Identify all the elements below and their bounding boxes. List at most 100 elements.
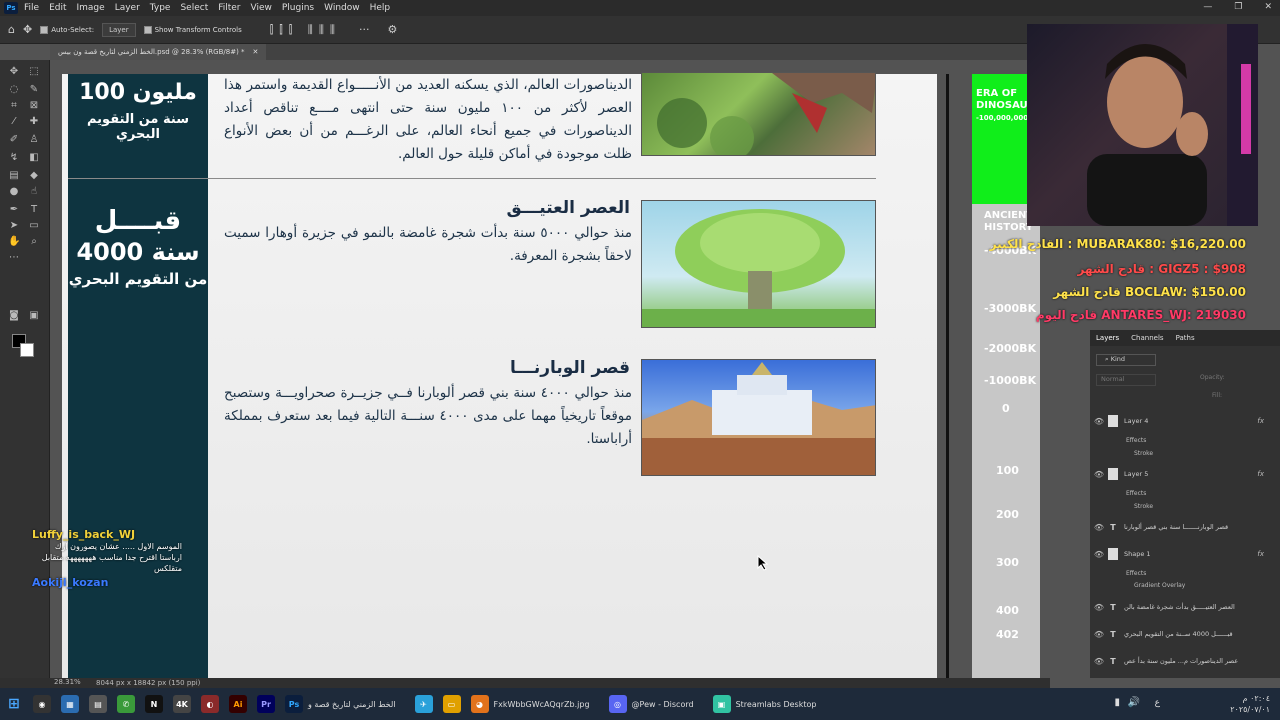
smudge-icon[interactable]: ☝ xyxy=(28,186,40,198)
effects-label: Effects xyxy=(1126,569,1147,577)
move-tool-icon[interactable]: ✥ xyxy=(23,23,32,36)
language-indicator[interactable]: ع xyxy=(1155,698,1160,708)
tab-layers[interactable]: Layers xyxy=(1096,334,1119,342)
zoom-icon[interactable]: ⌕ xyxy=(28,236,40,248)
menu-help[interactable]: Help xyxy=(370,3,391,13)
calculator-icon[interactable]: ▤ xyxy=(89,695,107,713)
zoom-level[interactable]: 28.31% xyxy=(54,678,81,686)
layer-row[interactable]: 👁 T قبــــــل 4000 ســنة من التقويم البحر… xyxy=(1090,627,1270,641)
task-photoshop-label[interactable]: الخط الزمني لتاريخ قصة و xyxy=(308,700,396,709)
more-tools-icon[interactable]: ⋯ xyxy=(8,252,20,264)
layer-row[interactable]: 👁 Layer 5 fx xyxy=(1090,467,1270,481)
fx-icon[interactable]: fx xyxy=(1257,550,1264,558)
palace-illustration xyxy=(642,362,875,475)
maps-icon[interactable]: ◉ xyxy=(33,695,51,713)
tab-channels[interactable]: Channels xyxy=(1131,334,1163,342)
eraser-icon[interactable]: ◧ xyxy=(28,152,40,164)
transform-controls-checkbox[interactable]: Show Transform Controls xyxy=(143,25,242,34)
close-icon[interactable]: ✕ xyxy=(1264,2,1272,12)
healing-icon[interactable]: ✚ xyxy=(28,116,40,128)
move-icon[interactable]: ✥ xyxy=(8,66,20,78)
store-icon[interactable]: ▦ xyxy=(61,695,79,713)
4k-icon[interactable]: 4K xyxy=(173,695,191,713)
premiere-icon[interactable]: Pr xyxy=(257,695,275,713)
layer-row[interactable]: 👁 Shape 1 fx xyxy=(1090,547,1270,561)
marquee-icon[interactable]: ⬚ xyxy=(28,66,40,78)
network-icon[interactable]: ▮ xyxy=(1114,697,1120,708)
document-tab[interactable]: الخط الزمني لتاريخ قصة ون بيس.psd @ 28.3… xyxy=(50,44,267,60)
background-color-swatch[interactable] xyxy=(20,343,34,357)
menu-file[interactable]: File xyxy=(24,3,39,13)
quick-select-icon[interactable]: ✎ xyxy=(28,84,40,96)
menu-layer[interactable]: Layer xyxy=(115,3,140,13)
eye-icon[interactable]: 👁 xyxy=(1090,630,1108,639)
menu-view[interactable]: View xyxy=(251,3,272,13)
hand-icon[interactable]: ✋ xyxy=(8,236,20,248)
more-options-icon[interactable]: ··· xyxy=(359,23,370,36)
menu-window[interactable]: Window xyxy=(324,3,360,13)
auto-select-checkbox[interactable]: Auto-Select: xyxy=(40,25,94,34)
type-icon[interactable]: T xyxy=(28,204,40,216)
history-brush-icon[interactable]: ↯ xyxy=(8,152,20,164)
layer-row[interactable]: 👁 T العصر العتيـــــق بدأت شجرة غامضة بال… xyxy=(1090,600,1270,614)
rectangle-icon[interactable]: ▭ xyxy=(28,220,40,232)
menu-edit[interactable]: Edit xyxy=(49,3,66,13)
volume-icon[interactable]: 🔊 xyxy=(1128,697,1140,708)
menu-plugins[interactable]: Plugins xyxy=(282,3,314,13)
maximize-icon[interactable]: ❐ xyxy=(1234,2,1242,12)
auto-select-dropdown[interactable]: Layer xyxy=(102,22,136,37)
task-discord-label[interactable]: @Pew - Discord xyxy=(632,700,694,709)
crop-icon[interactable]: ⌗ xyxy=(8,100,20,112)
settings-gear-icon[interactable]: ⚙ xyxy=(387,23,397,36)
screen-mode-icon[interactable]: ▣ xyxy=(28,310,40,322)
davinci-icon[interactable]: ◐ xyxy=(201,695,219,713)
layer-row[interactable]: 👁 Layer 4 fx xyxy=(1090,414,1270,428)
photoshop-task-icon[interactable]: Ps xyxy=(285,695,303,713)
fx-icon[interactable]: fx xyxy=(1257,470,1264,478)
discord-icon[interactable]: ◎ xyxy=(608,695,627,713)
menu-image[interactable]: Image xyxy=(77,3,105,13)
illustrator-icon[interactable]: Ai xyxy=(229,695,247,713)
menu-select[interactable]: Select xyxy=(180,3,208,13)
telegram-icon[interactable]: ✈ xyxy=(414,695,433,713)
layer-row[interactable]: 👁 T قصر الوبارنـــــــا سنة بني قصر ألوبا… xyxy=(1090,520,1270,534)
streamlabs-icon[interactable]: ▣ xyxy=(712,695,731,713)
minimize-icon[interactable]: — xyxy=(1203,2,1212,12)
fx-icon[interactable]: fx xyxy=(1257,417,1264,425)
home-icon[interactable]: ⌂ xyxy=(8,23,15,36)
lasso-icon[interactable]: ◌ xyxy=(8,84,20,96)
dodge-icon[interactable]: ● xyxy=(8,186,20,198)
stamp-icon[interactable]: ♙ xyxy=(28,134,40,146)
brush-icon[interactable]: ✐ xyxy=(8,134,20,146)
layer-filter-select[interactable]: ⌕ Kind xyxy=(1096,354,1156,366)
eye-icon[interactable]: 👁 xyxy=(1090,657,1108,666)
firefox-icon[interactable]: ◕ xyxy=(470,695,489,713)
system-clock[interactable]: ٠٢:٠٤ م ٢٠٢٥/٠٧/٠١ xyxy=(1230,693,1270,715)
quick-mask-icon[interactable]: ◙ xyxy=(8,310,20,322)
whatsapp-icon[interactable]: ✆ xyxy=(117,695,135,713)
menu-filter[interactable]: Filter xyxy=(218,3,240,13)
task-image-label[interactable]: FxkWbbGWcAQqrZb.jpg xyxy=(494,700,590,709)
eye-icon[interactable]: 👁 xyxy=(1090,550,1108,559)
eye-icon[interactable]: 👁 xyxy=(1090,603,1108,612)
windows-start-icon[interactable]: ⊞ xyxy=(5,695,23,713)
gradient-icon[interactable]: ▤ xyxy=(8,170,20,182)
layer-row[interactable]: 👁 T عصر الديناصورات م... مليون سنة بدأ عص xyxy=(1090,654,1270,668)
menu-type[interactable]: Type xyxy=(150,3,171,13)
tab-paths[interactable]: Paths xyxy=(1176,334,1195,342)
frame-icon[interactable]: ⊠ xyxy=(28,100,40,112)
folder-icon[interactable]: ▭ xyxy=(442,695,461,713)
align-icons[interactable]: ⫿⫿⫿ ⫼⫼⫼ xyxy=(270,23,341,37)
next-icon[interactable]: N xyxy=(145,695,163,713)
eye-icon[interactable]: 👁 xyxy=(1090,417,1108,426)
pen-icon[interactable]: ✒ xyxy=(8,204,20,216)
blend-mode-select[interactable]: Normal xyxy=(1096,374,1156,386)
fill-label: Fill: xyxy=(1212,392,1223,399)
blur-icon[interactable]: ◆ xyxy=(28,170,40,182)
eye-icon[interactable]: 👁 xyxy=(1090,523,1108,532)
path-select-icon[interactable]: ➤ xyxy=(8,220,20,232)
eye-icon[interactable]: 👁 xyxy=(1090,470,1108,479)
tab-close-icon[interactable]: ✕ xyxy=(253,48,259,56)
task-streamlabs-label[interactable]: Streamlabs Desktop xyxy=(736,700,817,709)
eyedropper-icon[interactable]: ⁄ xyxy=(8,116,20,128)
